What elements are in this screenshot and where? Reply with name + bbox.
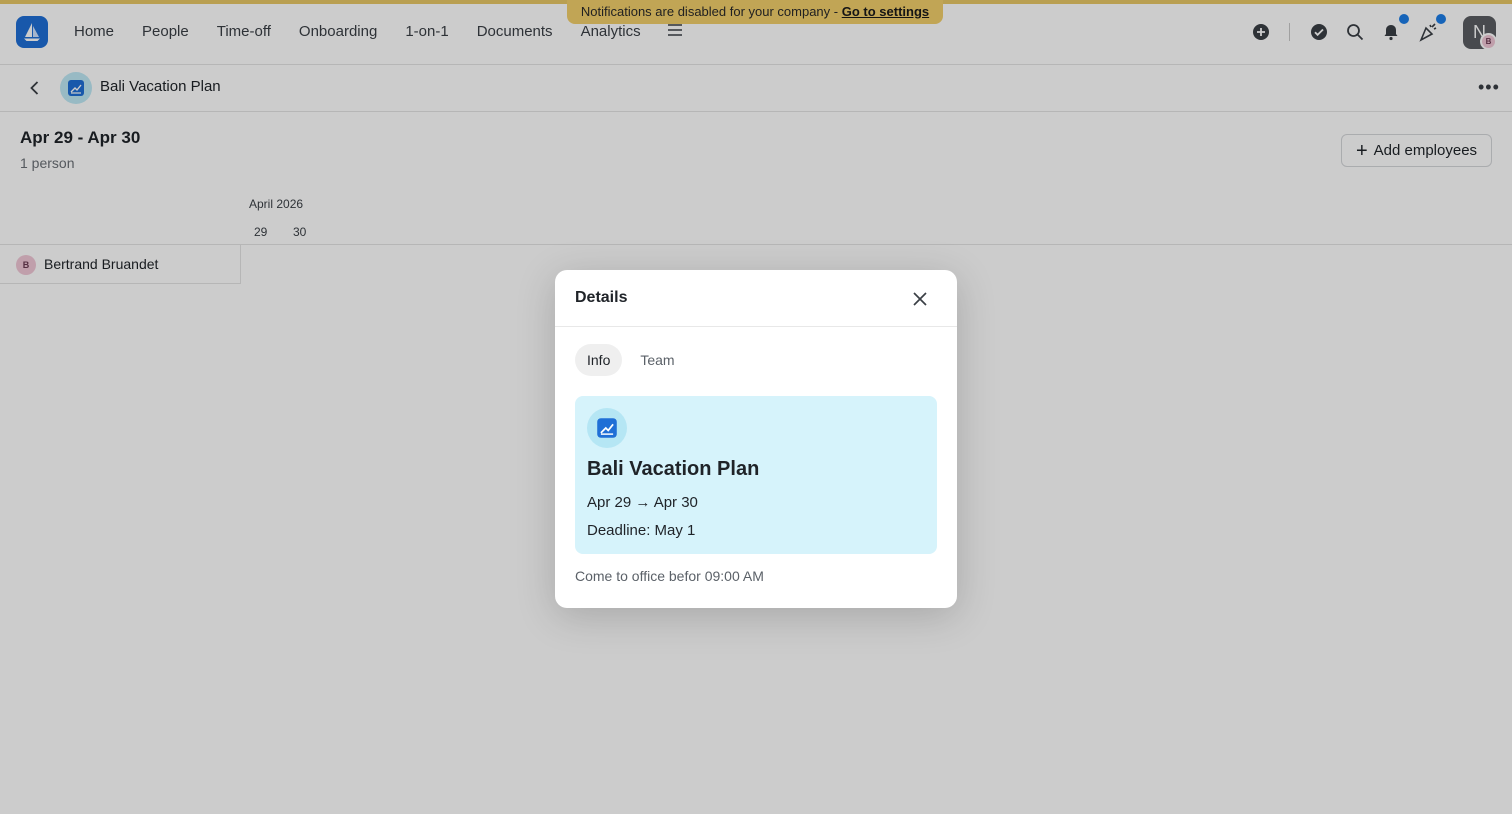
plan-card-title: Bali Vacation Plan — [587, 458, 760, 480]
modal-header: Details — [555, 270, 957, 327]
close-icon[interactable] — [911, 290, 929, 308]
plan-card-icon — [587, 408, 627, 448]
details-modal: Details Info Team Bali Vacation Plan Apr… — [555, 270, 957, 608]
tab-info[interactable]: Info — [575, 344, 623, 376]
modal-tabs: Info Team — [575, 344, 687, 376]
plan-info-card: Bali Vacation Plan Apr 29 → Apr 30 Deadl… — [575, 396, 937, 554]
plan-description: Come to office befor 09:00 AM — [575, 568, 764, 584]
plan-card-dates: Apr 29 → Apr 30 — [587, 494, 698, 511]
modal-title: Details — [575, 289, 628, 306]
plan-card-deadline: Deadline: May 1 — [587, 522, 696, 539]
tab-team[interactable]: Team — [628, 344, 686, 376]
beach-calendar-icon — [597, 418, 617, 438]
